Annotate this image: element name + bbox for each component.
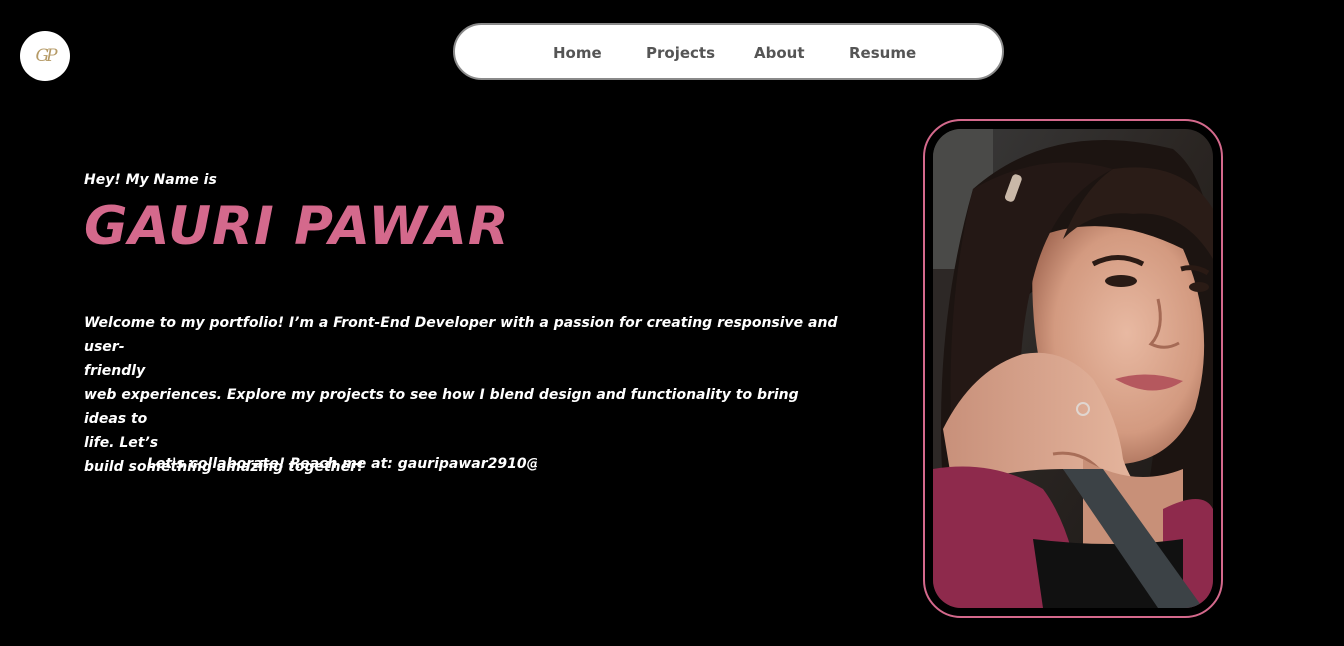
bio-line: web experiences. Explore my projects to … (84, 387, 799, 427)
logo[interactable]: GP (20, 31, 70, 81)
bio-paragraph: Welcome to my portfolio! I’m a Front-End… (84, 311, 844, 479)
contact-text: Let's collaborate! Reach me at: gauripaw… (147, 456, 537, 472)
nav-about-link[interactable]: About (754, 44, 805, 62)
top-nav: Home Projects About Resume (453, 23, 1004, 80)
greeting-text: Hey! My Name is (84, 172, 217, 188)
hero-name-heading: GAURI PAWAR (84, 196, 510, 257)
bio-line: friendly (84, 363, 146, 379)
bio-line: life. Let’s (84, 435, 159, 451)
profile-photo-frame (923, 119, 1223, 618)
portfolio-page: GP Home Projects About Resume Hey! My Na… (0, 0, 1344, 646)
bio-line: Welcome to my portfolio! I’m a Front-End… (84, 315, 838, 355)
profile-photo (933, 129, 1213, 608)
gp-monogram-logo-icon: GP (35, 46, 57, 66)
nav-resume-link[interactable]: Resume (849, 44, 916, 62)
nav-home-link[interactable]: Home (553, 44, 602, 62)
nav-projects-link[interactable]: Projects (646, 44, 715, 62)
